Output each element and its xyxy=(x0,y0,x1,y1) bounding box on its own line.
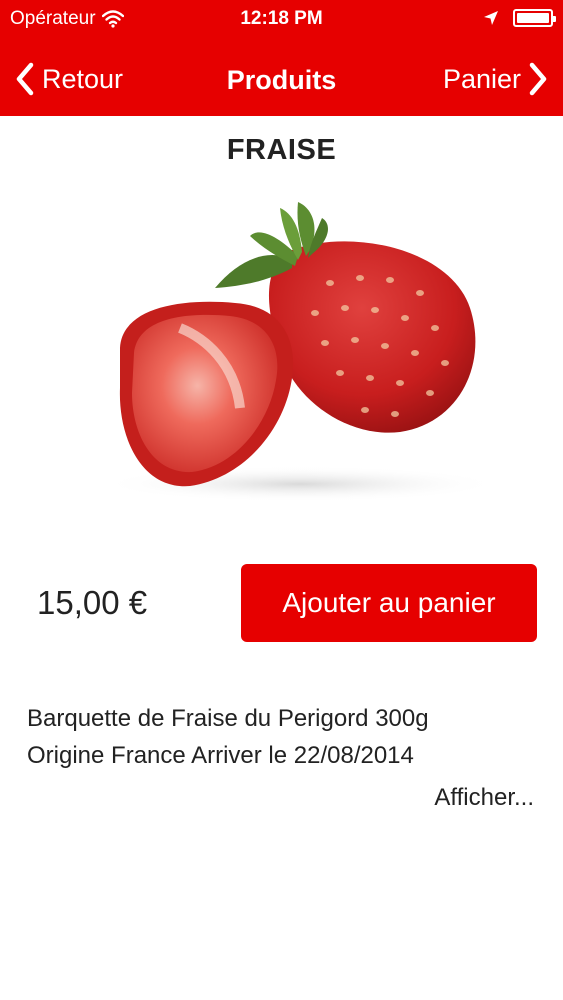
status-bar: Opérateur 12:18 PM xyxy=(0,0,563,38)
product-title: FRAISE xyxy=(226,134,337,166)
app-header: Opérateur 12:18 PM Retour Produits Panie… xyxy=(0,0,563,116)
add-to-cart-button[interactable]: Ajouter au panier xyxy=(241,564,537,642)
cart-nav-button[interactable]: Panier xyxy=(443,62,549,96)
chevron-right-icon xyxy=(529,62,547,96)
location-arrow-icon xyxy=(484,11,498,25)
product-price: 15,00 € xyxy=(37,584,148,621)
navigation-bar: Retour Produits Panier xyxy=(0,50,563,110)
description-line: Origine France Arriver le 22/08/2014 xyxy=(27,742,414,769)
show-more-link[interactable]: Afficher... xyxy=(434,784,534,812)
battery-icon xyxy=(513,9,556,27)
strawberry-image xyxy=(100,202,500,502)
status-time: 12:18 PM xyxy=(240,8,323,29)
description-line: Barquette de Fraise du Perigord 300g xyxy=(27,705,429,732)
status-right xyxy=(483,9,556,27)
cart-nav-label: Panier xyxy=(442,63,521,94)
product-description: Barquette de Fraise du Perigord 300g Ori… xyxy=(27,700,547,774)
